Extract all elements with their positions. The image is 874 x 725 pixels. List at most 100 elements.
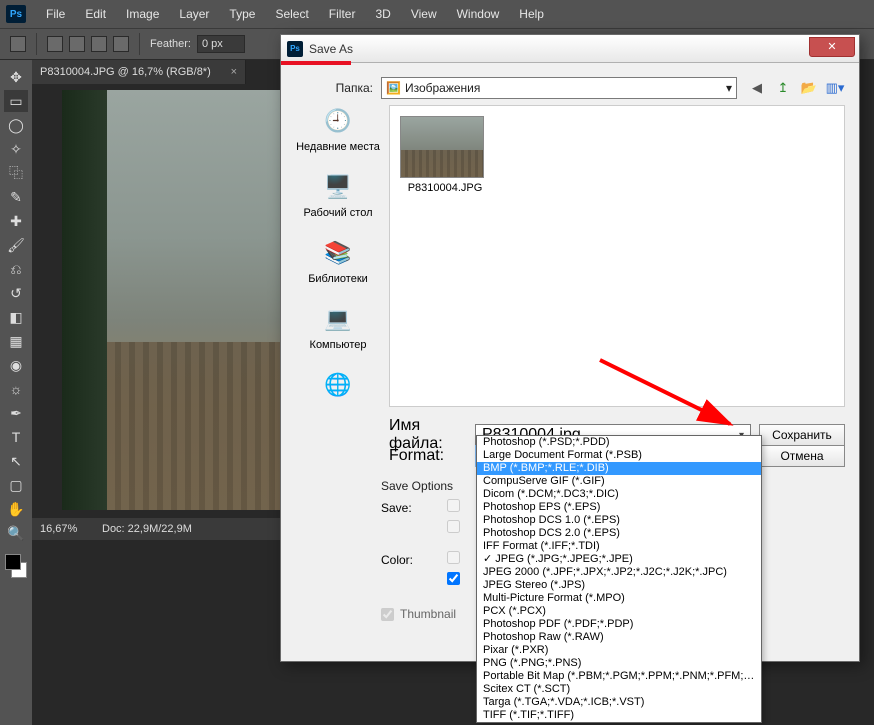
sidebar-item-label: Недавние места	[296, 141, 380, 153]
menu-layer[interactable]: Layer	[169, 3, 219, 25]
menu-3d[interactable]: 3D	[365, 3, 400, 25]
view-menu-icon[interactable]: ▥▾	[825, 78, 845, 98]
network-icon: 🌐	[320, 369, 356, 401]
format-dropdown-list[interactable]: Photoshop (*.PSD;*.PDD)Large Document Fo…	[476, 435, 762, 723]
dialog-titlebar[interactable]: Ps Save As ✕	[281, 35, 859, 63]
brush-tool-icon[interactable]: 🖌	[4, 234, 28, 256]
eyedropper-tool-icon[interactable]: ✎	[4, 186, 28, 208]
format-option[interactable]: PCX (*.PCX)	[477, 605, 761, 618]
format-option[interactable]: Photoshop DCS 2.0 (*.EPS)	[477, 527, 761, 540]
sidebar-desktop[interactable]: 🖥️Рабочий стол	[303, 171, 372, 219]
format-option[interactable]: Photoshop PDF (*.PDF;*.PDP)	[477, 618, 761, 631]
heal-tool-icon[interactable]: ✚	[4, 210, 28, 232]
nav-up-icon[interactable]: ↥	[773, 78, 793, 98]
close-icon[interactable]: ×	[231, 66, 237, 78]
sidebar-item-label: Компьютер	[310, 339, 367, 351]
thumbnail-cb-label: Thumbnail	[400, 607, 456, 621]
dodge-tool-icon[interactable]: ☼	[4, 378, 28, 400]
feather-label: Feather:	[150, 38, 191, 50]
chevron-down-icon[interactable]: ▾	[726, 81, 732, 95]
canvas[interactable]	[62, 90, 297, 510]
format-option[interactable]: Large Document Format (*.PSB)	[477, 449, 761, 462]
marquee-add-icon[interactable]	[69, 36, 85, 52]
eraser-tool-icon[interactable]: ◧	[4, 306, 28, 328]
history-brush-tool-icon[interactable]: ↺	[4, 282, 28, 304]
lasso-tool-icon[interactable]: ◯	[4, 114, 28, 136]
desktop-icon: 🖥️	[320, 171, 356, 203]
wand-tool-icon[interactable]: ✧	[4, 138, 28, 160]
format-option[interactable]: Photoshop Raw (*.RAW)	[477, 631, 761, 644]
sidebar-libraries[interactable]: 📚 Библиотеки	[308, 237, 368, 285]
close-button[interactable]: ✕	[809, 37, 855, 57]
photoshop-logo: Ps	[6, 5, 26, 23]
menu-type[interactable]: Type	[219, 3, 265, 25]
menu-edit[interactable]: Edit	[75, 3, 116, 25]
menubar: Ps File Edit Image Layer Type Select Fil…	[0, 0, 874, 28]
crop-tool-icon[interactable]: ⿻	[4, 162, 28, 184]
menu-help[interactable]: Help	[509, 3, 554, 25]
save-cb-2[interactable]	[447, 520, 460, 533]
marquee-tool-icon[interactable]: ▭	[4, 90, 28, 112]
format-option[interactable]: JPEG Stereo (*.JPS)	[477, 579, 761, 592]
file-thumb[interactable]: P8310004.JPG	[400, 116, 490, 194]
zoom-percent[interactable]: 16,67%	[40, 523, 92, 535]
format-option[interactable]: Photoshop DCS 1.0 (*.EPS)	[477, 514, 761, 527]
blur-tool-icon[interactable]: ◉	[4, 354, 28, 376]
gradient-tool-icon[interactable]: ▦	[4, 330, 28, 352]
move-tool-icon[interactable]: ✥	[4, 66, 28, 88]
menu-select[interactable]: Select	[265, 3, 318, 25]
sidebar-item-label: Библиотеки	[308, 273, 368, 285]
format-option[interactable]: Scitex CT (*.SCT)	[477, 683, 761, 696]
format-option[interactable]: CompuServe GIF (*.GIF)	[477, 475, 761, 488]
format-option[interactable]: TIFF (*.TIF;*.TIFF)	[477, 709, 761, 722]
marquee-rect-icon[interactable]	[47, 36, 63, 52]
file-list-pane[interactable]: P8310004.JPG	[389, 105, 845, 407]
menu-window[interactable]: Window	[447, 3, 510, 25]
foreground-color-swatch[interactable]	[5, 554, 21, 570]
format-option[interactable]: BMP (*.BMP;*.RLE;*.DIB)	[477, 462, 761, 475]
folder-combo[interactable]: 🖼️ Изображения ▾	[381, 77, 737, 99]
color-cb-1[interactable]	[447, 551, 460, 564]
format-option[interactable]: ✓ JPEG (*.JPG;*.JPEG;*.JPE)	[477, 553, 761, 566]
sidebar-computer[interactable]: 💻Компьютер	[310, 303, 367, 351]
recent-icon: 🕘	[320, 105, 356, 137]
format-option[interactable]: Photoshop EPS (*.EPS)	[477, 501, 761, 514]
type-tool-icon[interactable]: T	[4, 426, 28, 448]
color-sub-label: Color:	[381, 551, 433, 567]
marquee-int-icon[interactable]	[113, 36, 129, 52]
zoom-tool-icon[interactable]: 🔍	[4, 522, 28, 544]
color-swatches[interactable]	[3, 552, 29, 580]
format-option[interactable]: Targa (*.TGA;*.VDA;*.ICB;*.VST)	[477, 696, 761, 709]
tool-preset-icon[interactable]	[10, 36, 26, 52]
sidebar-network[interactable]: 🌐	[320, 369, 356, 405]
format-option[interactable]: Dicom (*.DCM;*.DC3;*.DIC)	[477, 488, 761, 501]
nav-back-icon[interactable]: ◀	[747, 78, 767, 98]
stamp-tool-icon[interactable]: ⎌	[4, 258, 28, 280]
cancel-button[interactable]: Отмена	[759, 445, 845, 467]
sidebar-recent[interactable]: 🕘 Недавние места	[296, 105, 380, 153]
format-option[interactable]: JPEG 2000 (*.JPF;*.JPX;*.JP2;*.J2C;*.J2K…	[477, 566, 761, 579]
menu-image[interactable]: Image	[116, 3, 169, 25]
shape-tool-icon[interactable]: ▢	[4, 474, 28, 496]
format-option[interactable]: Pixar (*.PXR)	[477, 644, 761, 657]
format-option[interactable]: PNG (*.PNG;*.PNS)	[477, 657, 761, 670]
save-cb-1[interactable]	[447, 499, 460, 512]
save-button[interactable]: Сохранить	[759, 424, 845, 446]
document-tab[interactable]: P8310004.JPG @ 16,7% (RGB/8*) ×	[32, 60, 246, 84]
feather-input[interactable]	[197, 35, 245, 53]
path-select-tool-icon[interactable]: ↖	[4, 450, 28, 472]
new-folder-icon[interactable]: 📂	[799, 78, 819, 98]
format-option[interactable]: Portable Bit Map (*.PBM;*.PGM;*.PPM;*.PN…	[477, 670, 761, 683]
format-option[interactable]: Multi-Picture Format (*.MPO)	[477, 592, 761, 605]
libraries-icon: 📚	[320, 237, 356, 269]
format-option[interactable]: Photoshop (*.PSD;*.PDD)	[477, 436, 761, 449]
color-cb-2[interactable]	[447, 572, 460, 585]
thumbnail-checkbox[interactable]: Thumbnail	[381, 607, 456, 621]
hand-tool-icon[interactable]: ✋	[4, 498, 28, 520]
marquee-sub-icon[interactable]	[91, 36, 107, 52]
pen-tool-icon[interactable]: ✒	[4, 402, 28, 424]
menu-file[interactable]: File	[36, 3, 75, 25]
format-option[interactable]: IFF Format (*.IFF;*.TDI)	[477, 540, 761, 553]
menu-filter[interactable]: Filter	[319, 3, 366, 25]
menu-view[interactable]: View	[401, 3, 447, 25]
